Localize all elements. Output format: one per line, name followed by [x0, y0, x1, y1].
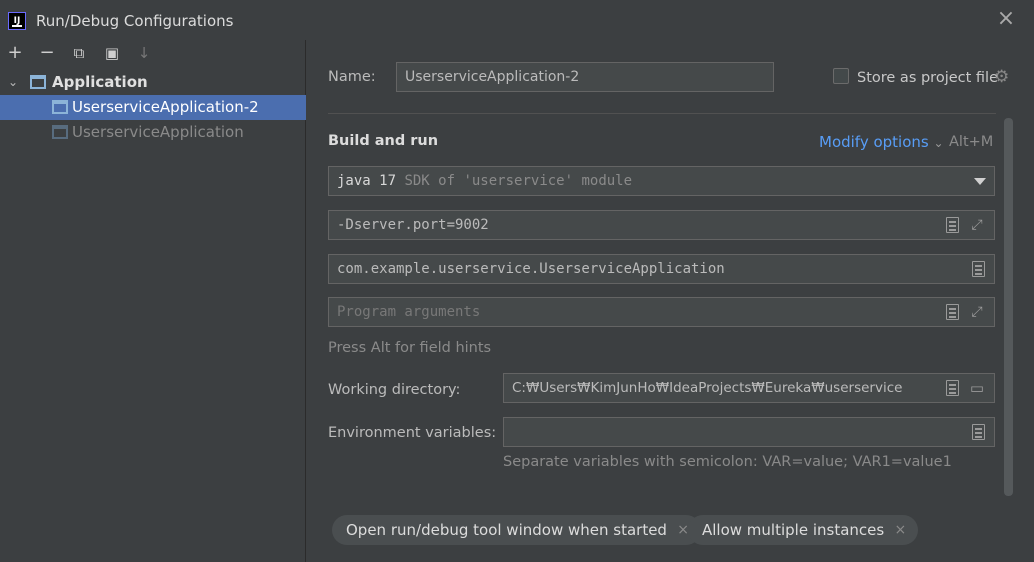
application-icon [52, 125, 68, 139]
tree-group-application[interactable]: ⌄ Application [0, 70, 306, 95]
application-icon [30, 75, 46, 89]
environment-variables-input[interactable] [503, 417, 995, 447]
scrollbar[interactable] [1004, 118, 1013, 496]
title-bar: IJ Run/Debug Configurations × [0, 0, 1034, 40]
sdk-module: SDK of 'userservice' module [404, 173, 633, 189]
environment-variables-label: Environment variables: [328, 425, 497, 441]
working-directory-input[interactable]: C:₩Users₩KimJunHo₩IdeaProjects₩Eureka₩us… [503, 373, 995, 403]
application-icon [52, 100, 68, 114]
chevron-down-icon[interactable]: ⌄ [8, 70, 18, 95]
modify-options-link[interactable]: Modify options ⌄ [819, 133, 944, 151]
tree-item-label: UserserviceApplication [72, 123, 244, 141]
chip-allow-multiple-instances[interactable]: Allow multiple instances × [688, 515, 919, 545]
program-arguments-input[interactable]: Program arguments ⤢ [328, 297, 995, 327]
modify-options-shortcut: Alt+M [949, 134, 994, 150]
add-icon[interactable]: + [4, 42, 26, 64]
program-arguments-placeholder: Program arguments [337, 304, 481, 320]
vm-options-input[interactable]: -Dserver.port=9002 ⤢ [328, 210, 995, 240]
modify-options-label: Modify options [819, 133, 929, 151]
build-and-run-title: Build and run [328, 133, 439, 149]
chip-label: Allow multiple instances [702, 521, 885, 539]
sdk-version: java 17 [337, 173, 397, 189]
name-label: Name: [328, 69, 376, 85]
main-class-input[interactable]: com.example.userservice.UserserviceAppli… [328, 254, 995, 284]
tree-item-userserviceapplication[interactable]: UserserviceApplication [0, 120, 306, 145]
sdk-select[interactable]: java 17 SDK of 'userservice' module [328, 166, 995, 196]
gear-icon[interactable]: ⚙ [994, 67, 1009, 87]
folder-icon[interactable]: ▭ [969, 380, 985, 397]
store-as-project-label: Store as project file [857, 70, 998, 86]
document-icon[interactable] [946, 380, 959, 396]
sidebar-toolbar: + − ⧉ ▣ ↓ [0, 40, 306, 68]
copy-icon[interactable]: ⧉ [68, 42, 90, 64]
dropdown-arrow-icon [974, 178, 986, 185]
document-icon[interactable] [946, 304, 959, 320]
tree-group-label: Application [52, 73, 148, 91]
configurations-sidebar: + − ⧉ ▣ ↓ ⌄ Application UserserviceAppli… [0, 40, 306, 562]
working-directory-value: C:₩Users₩KimJunHo₩IdeaProjects₩Eureka₩us… [512, 380, 903, 396]
vm-options-value: -Dserver.port=9002 [337, 217, 489, 233]
chevron-down-icon: ⌄ [933, 136, 944, 150]
field-hints-text: Press Alt for field hints [328, 340, 492, 356]
chip-open-tool-window[interactable]: Open run/debug tool window when started … [332, 515, 701, 545]
sort-icon[interactable]: ↓ [133, 42, 155, 64]
close-icon[interactable]: × [894, 515, 906, 545]
configuration-tree: ⌄ Application UserserviceApplication-2 U… [0, 70, 306, 145]
document-icon[interactable] [972, 424, 985, 440]
store-as-project-checkbox[interactable] [833, 68, 849, 84]
chip-label: Open run/debug tool window when started [346, 521, 667, 539]
document-icon[interactable] [972, 261, 985, 277]
folder-add-icon[interactable]: ▣ [101, 42, 123, 64]
name-input[interactable]: UserserviceApplication-2 [396, 62, 774, 92]
close-button[interactable]: × [996, 8, 1016, 30]
working-directory-label: Working directory: [328, 382, 461, 398]
tree-item-label: UserserviceApplication-2 [72, 98, 259, 116]
expand-icon[interactable]: ⤢ [969, 304, 985, 321]
tree-item-userserviceapplication-2[interactable]: UserserviceApplication-2 [0, 95, 306, 120]
environment-variables-hint: Separate variables with semicolon: VAR=v… [503, 454, 952, 470]
divider [328, 113, 996, 114]
window-title: Run/Debug Configurations [36, 12, 234, 30]
expand-icon[interactable]: ⤢ [969, 217, 985, 234]
configuration-form: Name: UserserviceApplication-2 Store as … [307, 40, 1034, 562]
remove-icon[interactable]: − [36, 42, 58, 64]
main-class-value: com.example.userservice.UserserviceAppli… [337, 261, 725, 277]
intellij-icon: IJ [8, 12, 26, 30]
document-icon[interactable] [946, 217, 959, 233]
